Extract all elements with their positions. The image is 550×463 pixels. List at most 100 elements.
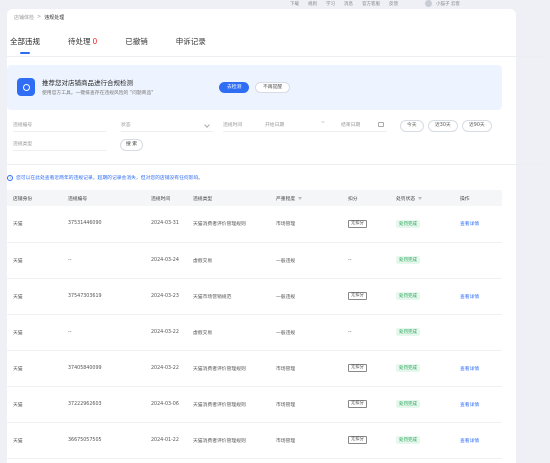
- cell-state: 处罚完成: [390, 206, 454, 243]
- cell-time: 2024-03-22: [145, 350, 187, 387]
- filter-icon[interactable]: [418, 196, 423, 200]
- cell-violation-no: --: [62, 314, 145, 351]
- cell-severity: 一般违规: [270, 242, 342, 279]
- status-badge: 处罚完成: [396, 436, 420, 444]
- status-badge: 处罚完成: [396, 400, 420, 408]
- cell-violation-no: 36675057505: [62, 422, 145, 459]
- cell-points: --: [342, 314, 390, 351]
- filter-icon[interactable]: [298, 196, 303, 200]
- top-link-messages[interactable]: 消息: [344, 1, 353, 7]
- cell-action: 查看详情: [454, 206, 502, 243]
- cell-severity: 一般违规: [270, 278, 342, 315]
- time-label: 违规时间: [223, 123, 243, 128]
- range-30d-button[interactable]: 近30天: [428, 120, 458, 132]
- view-details-link[interactable]: 查看详情: [460, 367, 479, 372]
- cell-state: 处罚完成: [390, 386, 454, 423]
- view-details-link[interactable]: 查看详情: [460, 403, 479, 408]
- cell-type: 天猫市场营销规范: [187, 278, 270, 315]
- cell-type: 天猫消费者评价管理规则: [187, 386, 270, 423]
- tab-revoked[interactable]: 已撤销: [125, 36, 148, 47]
- cell-store: 天猫: [7, 422, 62, 459]
- points-tag: 无扣分: [348, 400, 367, 408]
- cell-violation-no: 37547303619: [62, 278, 145, 315]
- cell-violation-no: 37222962603: [62, 386, 145, 423]
- banner-subtitle: 使用官方工具，一键排查存在违规风险的 "问题商品": [42, 91, 154, 96]
- status-select[interactable]: 状态: [121, 121, 213, 132]
- cell-action: [454, 314, 502, 351]
- status-badge: 处罚完成: [396, 292, 420, 300]
- banner-title: 推荐您对店铺商品进行合规检测: [42, 79, 133, 87]
- table-row: 天猫 36675057505 2024-01-22 天猫消费者评价管理规则 市场管理 无扣…: [7, 422, 502, 459]
- start-date[interactable]: 开始日期: [265, 121, 284, 128]
- avatar[interactable]: [425, 0, 432, 7]
- cell-state: 处罚完成: [390, 278, 454, 315]
- cell-time: 2024-01-22: [145, 422, 187, 459]
- cell-severity: 一般违规: [270, 314, 342, 351]
- start-check-button[interactable]: 去检测: [219, 82, 250, 93]
- cell-violation-no: 37405840099: [62, 350, 145, 387]
- tab-bar: 全部违规 待处理 0 已撤销 申诉记录: [10, 36, 206, 54]
- tab-divider: [7, 56, 543, 57]
- points-tag: 无扣分: [348, 364, 367, 372]
- tab-appeals[interactable]: 申诉记录: [176, 36, 206, 47]
- header-state[interactable]: 处罚状态: [390, 190, 454, 206]
- cell-state: 处罚完成: [390, 350, 454, 387]
- notice-text: 您可以在此处查看近两年的违规记录，超期的记录会消失，但对您的店铺没有任何影响。: [16, 176, 204, 181]
- cell-type: 天猫消费者评价管理规则: [187, 422, 270, 459]
- cell-severity: 市场管理: [270, 350, 342, 387]
- range-today-button[interactable]: 今天: [400, 120, 424, 132]
- username: 小猫子 云客: [436, 1, 460, 7]
- top-link-feedback[interactable]: 反馈: [389, 1, 398, 7]
- status-badge: 处罚完成: [396, 219, 420, 228]
- search-button[interactable]: 搜 索: [120, 139, 143, 151]
- top-link-service[interactable]: 官方客服: [362, 1, 380, 7]
- header-action: 操作: [460, 196, 470, 202]
- table-row: 天猫 -- 2024-03-24 虚假交易 一般违规 -- 处罚完成: [7, 242, 502, 279]
- table-row: 天猫 37547303619 2024-03-23 天猫市场营销规范 一般违规 无扣分 处罚…: [7, 278, 502, 315]
- cell-store: 天猫: [7, 242, 62, 279]
- cell-state: 处罚完成: [390, 314, 454, 351]
- cell-type: 虚假交易: [187, 242, 270, 279]
- points-tag: 无扣分: [348, 220, 367, 228]
- breadcrumb-parent[interactable]: 店铺体检: [14, 14, 34, 21]
- cell-points: 无扣分: [342, 350, 390, 387]
- user-menu[interactable]: 小猫子 云客: [425, 0, 460, 7]
- cell-time: 2024-03-22: [145, 314, 187, 351]
- date-range-picker[interactable]: 违规时间 开始日期 ~ 结束日期: [223, 121, 387, 132]
- status-badge: 处罚完成: [396, 328, 420, 336]
- cell-action: 查看详情: [454, 278, 502, 315]
- cell-type: 天猫消费者评价管理规则: [187, 350, 270, 387]
- top-link-download[interactable]: 下载: [290, 1, 299, 7]
- view-details-link[interactable]: 查看详情: [460, 439, 479, 444]
- cell-severity: 市场管理: [270, 422, 342, 459]
- view-details-link[interactable]: 查看详情: [460, 295, 479, 300]
- view-details-link[interactable]: 查看详情: [460, 222, 479, 227]
- inspect-icon: [17, 78, 35, 96]
- violation-type-select[interactable]: 违规类型: [13, 140, 106, 151]
- dismiss-reminder-button[interactable]: 不再提醒: [255, 82, 291, 93]
- tab-all-violations[interactable]: 全部违规: [10, 36, 40, 54]
- top-link-rules[interactable]: 规则: [308, 1, 317, 7]
- range-90d-button[interactable]: 近90天: [462, 120, 492, 132]
- cell-points: 无扣分: [342, 422, 390, 459]
- cell-action: 查看详情: [454, 350, 502, 387]
- cell-store: 天猫: [7, 314, 62, 351]
- breadcrumb: 店铺体检 > 违规处理: [14, 14, 64, 21]
- top-nav-links: 下载 规则 学习 消息 官方客服 反馈: [290, 1, 398, 7]
- cell-action: 查看详情: [454, 386, 502, 423]
- table-row: 天猫 37531446090 2024-03-31 天猫消费者评价管理规则 市场管理 无扣…: [7, 206, 502, 243]
- cell-store: 天猫: [7, 278, 62, 315]
- violation-no-input[interactable]: 违规编号: [13, 121, 106, 132]
- tab-pending[interactable]: 待处理 0: [68, 36, 97, 47]
- cell-action: [454, 242, 502, 279]
- header-no: 违规编号: [68, 196, 88, 202]
- breadcrumb-separator: >: [37, 14, 42, 20]
- top-link-learn[interactable]: 学习: [326, 1, 335, 7]
- header-severity[interactable]: 严重程度: [270, 190, 342, 206]
- cell-store: 天猫: [7, 350, 62, 387]
- retention-notice: i 您可以在此处查看近两年的违规记录，超期的记录会消失，但对您的店铺没有任何影响…: [7, 174, 203, 181]
- cell-state: 处罚完成: [390, 422, 454, 459]
- header-store: 店铺身份: [13, 196, 33, 202]
- end-date[interactable]: 结束日期: [341, 121, 360, 128]
- calendar-icon: [378, 122, 384, 127]
